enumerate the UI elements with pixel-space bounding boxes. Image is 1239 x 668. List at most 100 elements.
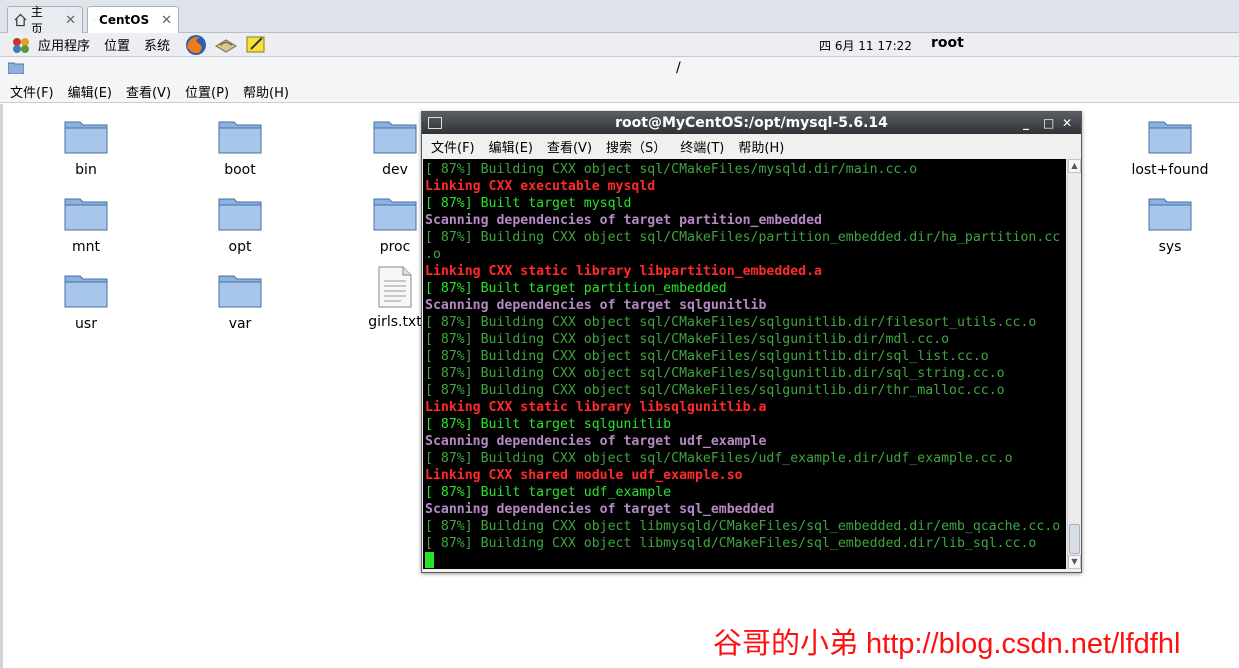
folder-icon	[64, 198, 108, 231]
terminal-line: [ 87%] Building CXX object sql/CMakeFile…	[425, 332, 950, 347]
clock[interactable]: 四 6月 11 17:22	[819, 37, 912, 54]
terminal-line: [ 87%] Built target partition_embedded	[425, 281, 727, 296]
terminal-line: [ 87%] Building CXX object sql/CMakeFile…	[425, 349, 989, 364]
fm-menu-file[interactable]: 文件(F)	[10, 82, 54, 101]
file-item-lost-found[interactable]: lost+found	[1115, 118, 1225, 178]
location-bar: /	[0, 57, 1239, 81]
fm-menu-view[interactable]: 查看(V)	[126, 82, 171, 101]
file-item-opt[interactable]: opt	[185, 195, 295, 255]
terminal-output[interactable]: [ 87%] Building CXX object sql/CMakeFile…	[423, 159, 1066, 569]
file-name: girls.txt	[368, 314, 422, 330]
terminal-line: Scanning dependencies of target udf_exam…	[425, 434, 767, 449]
terminal-line: [ 87%] Building CXX object sql/CMakeFile…	[425, 230, 1061, 245]
menu-places[interactable]: 位置	[104, 35, 130, 54]
scroll-up-icon[interactable]: ▲	[1068, 159, 1081, 173]
term-menu-view[interactable]: 查看(V)	[547, 137, 592, 156]
home-icon	[14, 13, 27, 27]
folder-icon	[64, 275, 108, 308]
folder-icon	[373, 121, 417, 154]
folder-icon	[218, 275, 262, 308]
scroll-down-icon[interactable]: ▼	[1068, 555, 1081, 569]
file-name: dev	[382, 162, 408, 178]
top-panel: 应用程序 位置 系统 四 6月 11 17:22 root	[0, 33, 1239, 57]
terminal-line: [ 87%] Building CXX object sql/CMakeFile…	[425, 315, 1037, 330]
left-edge	[0, 104, 3, 668]
terminal-line: .o	[425, 247, 441, 262]
file-name: opt	[228, 239, 252, 255]
file-item-boot[interactable]: boot	[185, 118, 295, 178]
file-name: mnt	[72, 239, 100, 255]
terminal-line: Linking CXX executable mysqld	[425, 179, 656, 194]
location-path: /	[676, 60, 681, 76]
file-item-mnt[interactable]: mnt	[31, 195, 141, 255]
terminal-title: root@MyCentOS:/opt/mysql-5.6.14	[615, 115, 888, 131]
user-name[interactable]: root	[931, 35, 964, 51]
terminal-line: [ 87%] Building CXX object sql/CMakeFile…	[425, 383, 1005, 398]
file-name: var	[228, 316, 252, 332]
file-name: bin	[75, 162, 97, 178]
terminal-line: [ 87%] Building CXX object sql/CMakeFile…	[425, 162, 918, 177]
file-name: boot	[224, 162, 256, 178]
terminal-line: [ 87%] Built target udf_example	[425, 485, 672, 500]
tab-centos-label: CentOS	[99, 13, 150, 27]
notes-icon[interactable]	[244, 34, 268, 56]
fm-menu-help[interactable]: 帮助(H)	[243, 82, 289, 101]
file-manager-menubar: 文件(F) 编辑(E) 查看(V) 位置(P) 帮助(H)	[0, 81, 1239, 103]
scroll-thumb[interactable]	[1069, 524, 1080, 554]
terminal-line: [ 87%] Built target sqlgunitlib	[425, 417, 672, 432]
fm-menu-edit[interactable]: 编辑(E)	[68, 82, 112, 101]
terminal-window[interactable]: root@MyCentOS:/opt/mysql-5.6.14 _ □ ✕ 文件…	[421, 111, 1082, 573]
file-name: usr	[75, 316, 97, 332]
term-menu-terminal[interactable]: 终端(T)	[680, 137, 724, 156]
folder-icon	[1148, 198, 1192, 231]
mail-icon[interactable]	[214, 34, 238, 56]
menu-applications[interactable]: 应用程序	[38, 35, 90, 54]
file-name: proc	[379, 239, 411, 255]
terminal-icon	[428, 117, 442, 129]
terminal-line: Linking CXX shared module udf_example.so	[425, 468, 743, 483]
terminal-line: Linking CXX static library libpartition_…	[425, 264, 822, 279]
maximize-icon[interactable]: □	[1043, 112, 1054, 134]
term-menu-search[interactable]: 搜索（S）	[606, 137, 666, 156]
tab-home-close-icon[interactable]: ✕	[65, 13, 76, 28]
terminal-cursor	[425, 552, 434, 568]
terminal-line: Scanning dependencies of target sql_embe…	[425, 502, 775, 517]
terminal-prompt-line	[425, 552, 1066, 569]
close-icon[interactable]: ✕	[1062, 112, 1072, 134]
file-item-var[interactable]: var	[185, 272, 295, 332]
term-menu-help[interactable]: 帮助(H)	[738, 137, 784, 156]
fm-menu-places[interactable]: 位置(P)	[185, 82, 229, 101]
terminal-titlebar[interactable]: root@MyCentOS:/opt/mysql-5.6.14 _ □ ✕	[422, 112, 1081, 134]
terminal-line: [ 87%] Built target mysqld	[425, 196, 632, 211]
folder-icon	[1148, 121, 1192, 154]
term-menu-file[interactable]: 文件(F)	[431, 137, 475, 156]
watermark: 谷哥的小弟 http://blog.csdn.net/lfdfhl	[713, 628, 1181, 660]
terminal-scrollbar[interactable]: ▲ ▼	[1067, 159, 1081, 569]
tab-centos-close-icon[interactable]: ✕	[161, 13, 172, 28]
terminal-line: Scanning dependencies of target sqlgunit…	[425, 298, 767, 313]
terminal-line: [ 87%] Building CXX object libmysqld/CMa…	[425, 536, 1037, 551]
text-file-icon	[378, 266, 412, 308]
terminal-line: Linking CXX static library libsqlgunitli…	[425, 400, 767, 415]
tab-home[interactable]: 主页 ✕	[7, 5, 83, 36]
file-name: lost+found	[1131, 162, 1209, 178]
firefox-icon[interactable]	[184, 34, 208, 56]
tab-centos[interactable]: CentOS ✕	[87, 6, 179, 33]
folder-icon[interactable]	[8, 61, 24, 74]
tab-strip: 主页 ✕ CentOS ✕	[0, 0, 1239, 36]
file-item-usr[interactable]: usr	[31, 272, 141, 332]
folder-icon	[373, 198, 417, 231]
term-menu-edit[interactable]: 编辑(E)	[489, 137, 533, 156]
minimize-icon[interactable]: _	[1023, 112, 1029, 134]
folder-icon	[64, 121, 108, 154]
file-item-bin[interactable]: bin	[31, 118, 141, 178]
terminal-line: Scanning dependencies of target partitio…	[425, 213, 822, 228]
file-item-sys[interactable]: sys	[1115, 195, 1225, 255]
folder-icon	[218, 198, 262, 231]
file-name: sys	[1158, 239, 1182, 255]
terminal-line: [ 87%] Building CXX object sql/CMakeFile…	[425, 366, 1005, 381]
terminal-line: [ 87%] Building CXX object libmysqld/CMa…	[425, 519, 1061, 534]
terminal-menubar: 文件(F) 编辑(E) 查看(V) 搜索（S） 终端(T) 帮助(H)	[422, 134, 1081, 158]
applications-icon[interactable]	[10, 35, 32, 55]
menu-system[interactable]: 系统	[144, 35, 170, 54]
